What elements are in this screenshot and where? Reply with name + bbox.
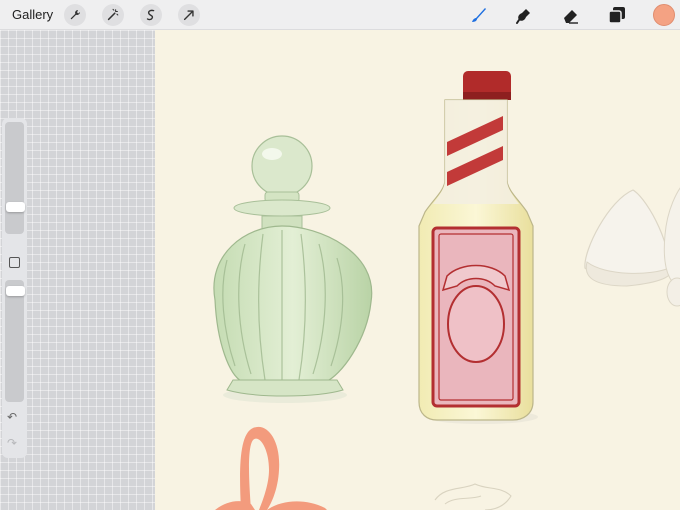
- transform-icon[interactable]: [178, 4, 200, 26]
- brush-size-slider[interactable]: [5, 122, 25, 234]
- left-sidebar: ↶ ↷: [2, 118, 27, 458]
- opacity-handle[interactable]: [6, 285, 25, 296]
- brush-icon[interactable]: [468, 4, 490, 26]
- color-picker-button[interactable]: [653, 4, 675, 26]
- redo-icon[interactable]: ↷: [7, 436, 17, 450]
- modify-button[interactable]: [9, 257, 20, 268]
- wrench-icon[interactable]: [64, 4, 86, 26]
- opacity-slider[interactable]: [5, 280, 25, 402]
- orange-ribbon: [215, 426, 327, 510]
- white-meringues: [584, 187, 680, 307]
- undo-icon[interactable]: ↶: [7, 410, 17, 424]
- top-toolbar: Gallery: [0, 0, 680, 30]
- faint-sketch: [434, 483, 512, 510]
- red-label-bottle: [418, 71, 538, 424]
- layers-icon[interactable]: [606, 4, 628, 26]
- brush-size-handle[interactable]: [6, 201, 25, 212]
- drawing-canvas[interactable]: [155, 30, 680, 510]
- selection-icon[interactable]: [140, 4, 162, 26]
- gallery-button[interactable]: Gallery: [12, 7, 53, 22]
- eraser-icon[interactable]: [560, 4, 582, 26]
- smudge-icon[interactable]: [513, 4, 535, 26]
- magic-wand-icon[interactable]: [102, 4, 124, 26]
- green-perfume-bottle: [213, 135, 373, 403]
